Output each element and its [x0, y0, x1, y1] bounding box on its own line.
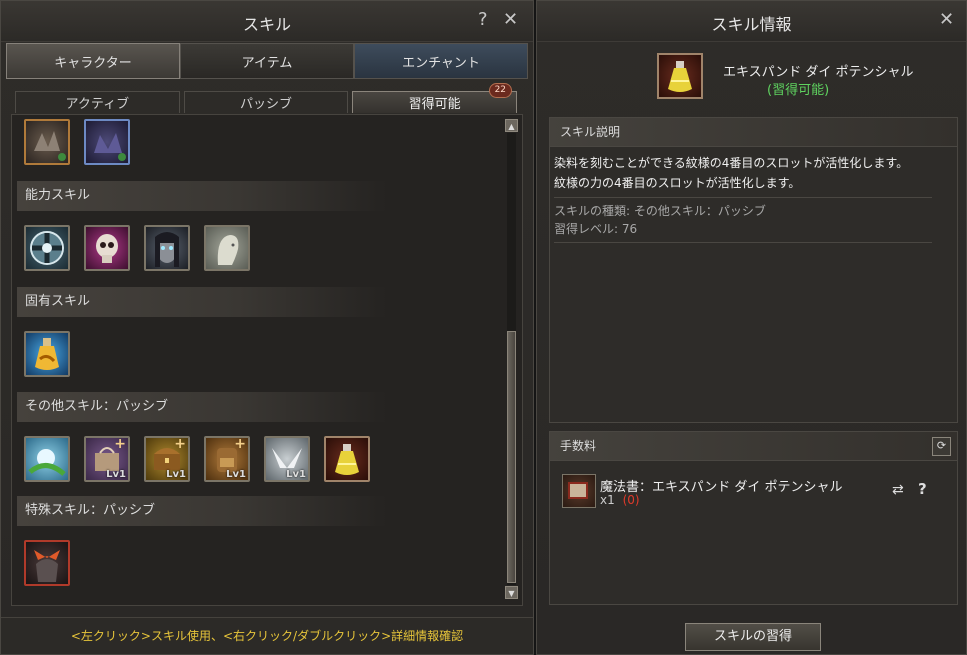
section-unique-skills: 固有スキル: [17, 287, 387, 317]
skill-icon-potion-swirl[interactable]: [24, 331, 70, 377]
fee-quantity: x1: [600, 493, 615, 507]
skill-window: スキル ? ✕ キャラクター アイテム エンチャント アクティブ パッシブ 習得…: [0, 0, 534, 655]
fee-header-label: 手数料: [560, 439, 597, 453]
help-button[interactable]: ?: [478, 9, 488, 30]
skill-status: (習得可能): [767, 83, 830, 98]
fee-box: 手数料 ⟳ 魔法書：エキスパンド ダイ ポテンシャル x1 (0) ⇄ ?: [549, 431, 958, 605]
tab-enchant[interactable]: エンチャント: [354, 43, 528, 79]
skill-info-icon: [657, 53, 703, 99]
learn-skill-button[interactable]: スキルの習得: [685, 623, 821, 651]
skill-icon-backpack[interactable]: + Lv1: [204, 436, 250, 482]
section-special-passive: 特殊スキル：パッシブ: [17, 496, 387, 526]
skill-icon-expand-dye-potential[interactable]: [324, 436, 370, 482]
sub-tabs: アクティブ パッシブ 習得可能 22: [15, 83, 518, 113]
tab-passive-label: パッシブ: [240, 97, 293, 112]
description-line-2: 紋様の力の4番目のスロットが活性化します。: [554, 176, 801, 190]
description-body: 染料を刻むことができる紋様の4番目のスロットが活性化します。 紋様の力の4番目の…: [550, 147, 957, 243]
required-level: 習得レベル: 76: [554, 222, 638, 236]
level-badge: Lv1: [226, 469, 246, 480]
scroll-down-arrow-icon[interactable]: ▼: [505, 586, 518, 599]
skill-info-titlebar[interactable]: スキル情報 ✕: [537, 1, 966, 42]
tab-learnable-label: 習得可能: [408, 97, 461, 112]
skill-icon-chest[interactable]: + Lv1: [144, 436, 190, 482]
skill-window-titlebar[interactable]: スキル ? ✕: [1, 1, 533, 42]
scroll-up-arrow-icon[interactable]: ▲: [505, 119, 518, 132]
refresh-icon[interactable]: ⟳: [932, 437, 951, 456]
plus-icon: +: [114, 436, 126, 452]
description-header: スキル説明: [550, 118, 957, 147]
description-box: スキル説明 染料を刻むことができる紋様の4番目のスロットが活性化します。 紋様の…: [549, 117, 958, 423]
usage-hint: <左クリック>スキル使用、<右クリック/ダブルクリック>詳細情報確認: [1, 617, 533, 654]
level-badge: Lv1: [286, 469, 306, 480]
tab-active[interactable]: アクティブ: [15, 91, 180, 113]
scroll-thumb[interactable]: [507, 331, 516, 583]
exchange-icon[interactable]: ⇄: [892, 482, 904, 498]
fee-quantity-row: x1 (0): [600, 493, 640, 507]
help-icon[interactable]: ?: [918, 480, 927, 498]
fee-owned-count: (0): [622, 493, 640, 507]
tab-item[interactable]: アイテム: [180, 43, 354, 79]
main-tabs: キャラクター アイテム エンチャント: [6, 43, 528, 79]
close-button[interactable]: ✕: [503, 9, 518, 30]
skill-icon-bag-purple[interactable]: + Lv1: [84, 436, 130, 482]
skill-list: 能力スキル 固有スキル その他スキル：パッシブ + Lv1 + Lv1 + Lv…: [11, 114, 523, 606]
section-ability-skills: 能力スキル: [17, 181, 387, 211]
skill-icon-skull[interactable]: [84, 225, 130, 271]
plus-icon: +: [234, 436, 246, 452]
skill-icon-shield-cross[interactable]: [24, 225, 70, 271]
spellbook-icon[interactable]: [562, 474, 596, 508]
description-line-1: 染料を刻むことができる紋様の4番目のスロットが活性化します。: [554, 156, 909, 170]
skill-info-window: スキル情報 ✕ エキスパンド ダイ ポテンシャル (習得可能) スキル説明 染料…: [536, 0, 967, 655]
tab-active-label: アクティブ: [65, 97, 130, 112]
skill-icon-nature-orb[interactable]: [24, 436, 70, 482]
divider: [554, 197, 932, 198]
level-badge: Lv1: [106, 469, 126, 480]
divider: [554, 242, 932, 243]
skill-icon-wings[interactable]: Lv1: [264, 436, 310, 482]
tab-passive[interactable]: パッシブ: [183, 91, 349, 113]
skill-icon-dark-crest[interactable]: [24, 540, 70, 586]
plus-icon: +: [174, 436, 186, 452]
level-badge: Lv1: [166, 469, 186, 480]
skill-name: エキスパンド ダイ ポテンシャル: [723, 65, 914, 80]
section-other-passive: その他スキル：パッシブ: [17, 392, 387, 422]
skill-info-title: スキル情報: [711, 15, 792, 34]
skill-icon-spirit[interactable]: [204, 225, 250, 271]
tab-character[interactable]: キャラクター: [6, 43, 180, 79]
skill-icon-face[interactable]: [144, 225, 190, 271]
skill-type: スキルの種類: その他スキル：パッシブ: [554, 204, 766, 218]
skill-icon-shadow-claw[interactable]: [84, 119, 130, 165]
skill-window-title: スキル: [242, 15, 291, 34]
learnable-count-badge: 22: [488, 83, 513, 98]
skill-icon-claw[interactable]: [24, 119, 70, 165]
fee-header: 手数料 ⟳: [550, 432, 957, 461]
skill-list-scrollbar[interactable]: ▲ ▼: [505, 119, 518, 599]
close-button[interactable]: ✕: [939, 9, 954, 30]
tab-learnable[interactable]: 習得可能 22: [352, 83, 518, 113]
